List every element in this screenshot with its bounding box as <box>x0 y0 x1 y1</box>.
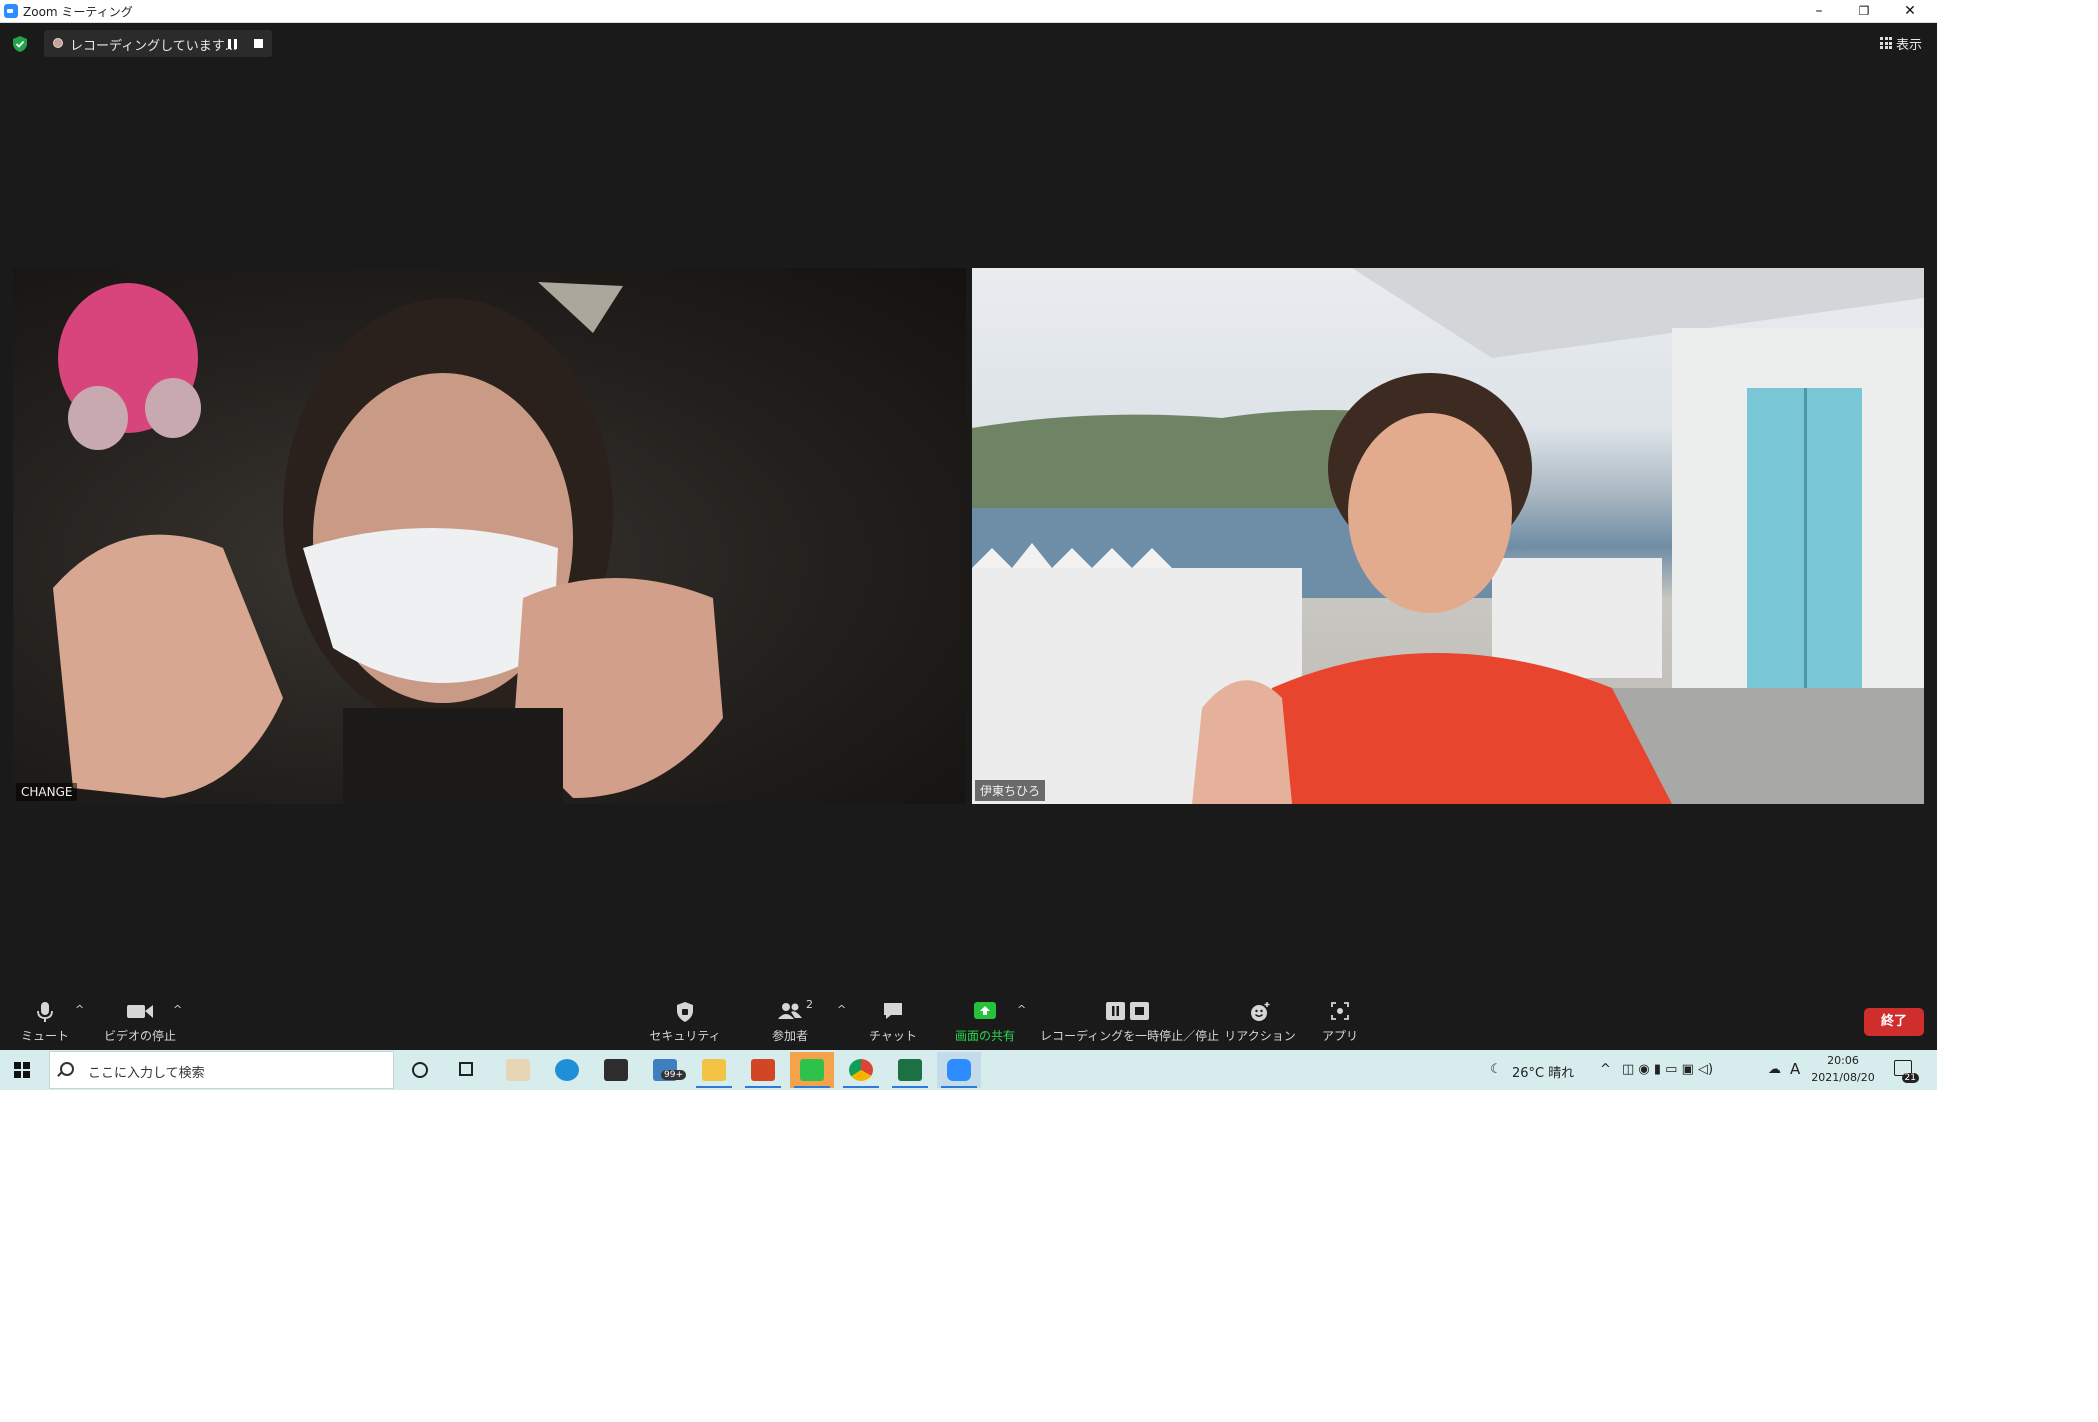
reactions-label: リアクション <box>1224 1029 1296 1043</box>
pause-recording-icon[interactable] <box>228 39 238 49</box>
microphone-icon <box>37 1002 53 1022</box>
grid-view-icon <box>1880 37 1892 49</box>
chrome-browser-icon[interactable] <box>839 1052 883 1088</box>
file-explorer-icon[interactable] <box>692 1052 736 1088</box>
share-options-chevron-icon[interactable]: ^ <box>1017 1003 1026 1016</box>
clock-date[interactable]: 2021/08/20 <box>1808 1071 1878 1084</box>
notification-count: 21 <box>1901 1073 1919 1083</box>
stop-video-button[interactable]: ビデオの停止 <box>100 995 180 1045</box>
close-button[interactable]: ✕ <box>1888 0 1932 22</box>
participants-options-chevron-icon[interactable]: ^ <box>837 1003 846 1016</box>
mute-label: ミュート <box>20 1029 69 1043</box>
chat-label: チャット <box>869 1029 917 1043</box>
apps-icon <box>1331 1002 1349 1020</box>
end-meeting-button[interactable]: 終了 <box>1864 1008 1924 1036</box>
search-icon <box>60 1062 74 1076</box>
share-screen-icon <box>974 1002 996 1019</box>
participants-button[interactable]: 2 参加者 <box>750 995 830 1045</box>
encryption-shield-icon[interactable] <box>12 35 28 53</box>
clock-time[interactable]: 20:06 <box>1808 1054 1878 1067</box>
excel-icon[interactable] <box>888 1052 932 1088</box>
view-label: 表示 <box>1896 38 1923 53</box>
weather-text[interactable]: 26°C 晴れ <box>1512 1062 1574 1081</box>
reactions-button[interactable]: リアクション <box>1220 995 1300 1045</box>
mail-badge: 99+ <box>661 1070 686 1080</box>
apps-button[interactable]: アプリ <box>1305 995 1375 1045</box>
stop-recording-icon[interactable] <box>254 39 263 48</box>
title-bar: Zoom ミーティング – ❐ ✕ <box>0 0 1937 23</box>
search-placeholder: ここに入力して検索 <box>88 1066 205 1081</box>
share-screen-label: 画面の共有 <box>954 1029 1015 1043</box>
taskbar-search-box[interactable]: ここに入力して検索 <box>49 1051 394 1089</box>
recording-dot-icon <box>53 38 63 48</box>
cortana-icon[interactable] <box>398 1052 442 1088</box>
security-button[interactable]: セキュリティ <box>645 995 725 1045</box>
video-options-chevron-icon[interactable]: ^ <box>173 1003 182 1016</box>
participant-name-tag: 伊東ちひろ <box>975 780 1046 801</box>
participants-label: 参加者 <box>771 1029 808 1043</box>
participants-count: 2 <box>806 998 813 1011</box>
stop-video-label: ビデオの停止 <box>103 1029 176 1043</box>
line-app-icon[interactable] <box>790 1052 834 1088</box>
participant-name-tag: CHANGE <box>16 783 78 801</box>
restore-button[interactable]: ❐ <box>1842 0 1886 22</box>
security-shield-icon <box>677 1002 693 1022</box>
window-title: Zoom ミーティング <box>23 5 133 19</box>
zoom-window: Zoom ミーティング – ❐ ✕ レコーディングしています... 表示 CHA… <box>0 0 1937 1090</box>
mute-button[interactable]: ミュート <box>15 995 75 1045</box>
security-label: セキュリティ <box>649 1029 721 1043</box>
pause-stop-recording-button[interactable]: レコーディングを一時停止／停止 <box>1040 995 1220 1045</box>
edge-browser-icon[interactable] <box>545 1052 589 1088</box>
pause-stop-recording-label: レコーディングを一時停止／停止 <box>1040 1029 1220 1043</box>
powerpoint-icon[interactable] <box>741 1052 785 1088</box>
chat-bubble-icon <box>884 1003 902 1019</box>
zoom-app-icon <box>4 4 18 18</box>
tray-overflow-chevron-icon[interactable]: ^ <box>1600 1062 1611 1077</box>
video-tile-participant-2[interactable]: 伊東ちひろ <box>972 268 1924 804</box>
recording-status-text: レコーディングしています... <box>70 39 238 54</box>
paint-app-icon[interactable] <box>496 1052 540 1088</box>
audio-options-chevron-icon[interactable]: ^ <box>75 1003 84 1016</box>
participants-icon <box>778 1003 802 1019</box>
windows-start-icon[interactable] <box>14 1062 30 1078</box>
recording-indicator: レコーディングしています... <box>44 30 272 57</box>
mail-app-icon[interactable]: 99+ <box>643 1052 687 1088</box>
notifications-icon[interactable]: 21 <box>1894 1060 1919 1083</box>
weather-moon-icon: ☾ <box>1490 1062 1502 1077</box>
reaction-smiley-icon <box>1251 1002 1270 1021</box>
participant-2-video <box>972 268 1924 804</box>
store-icon[interactable] <box>594 1052 638 1088</box>
participant-1-video <box>53 282 723 804</box>
zoom-taskbar-icon[interactable] <box>937 1052 981 1088</box>
chat-button[interactable]: チャット <box>853 995 933 1045</box>
minimize-button[interactable]: – <box>1797 0 1841 22</box>
task-view-icon[interactable] <box>446 1052 490 1088</box>
video-camera-icon <box>127 1005 153 1018</box>
video-tile-participant-1[interactable]: CHANGE <box>13 268 966 804</box>
apps-label: アプリ <box>1321 1029 1358 1043</box>
onedrive-cloud-icon[interactable]: ☁ <box>1768 1062 1781 1077</box>
ime-indicator[interactable]: A <box>1790 1060 1800 1078</box>
pause-stop-recording-icon <box>1105 1002 1149 1020</box>
tray-app-icons[interactable]: ◫ ◉ ▮ ▭ ▣ ◁) <box>1622 1062 1713 1077</box>
